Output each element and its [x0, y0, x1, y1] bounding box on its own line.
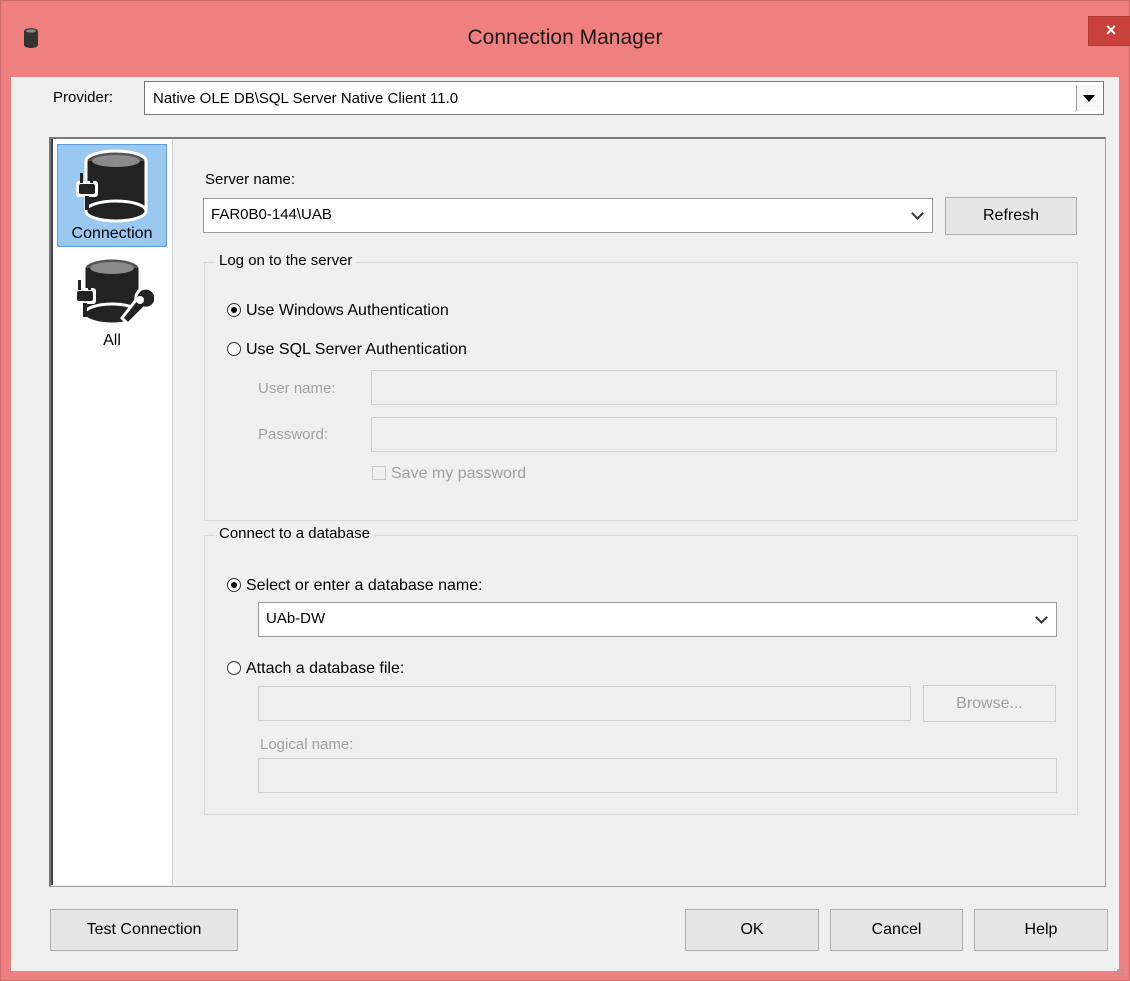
checkbox-icon[interactable]: [372, 466, 386, 480]
radio-selected-icon[interactable]: [227, 578, 241, 592]
database-name-combo[interactable]: UAb-DW: [258, 602, 1057, 637]
cancel-button[interactable]: Cancel: [830, 909, 963, 951]
provider-dropdown-button[interactable]: [1076, 85, 1101, 111]
database-file-input[interactable]: [258, 686, 911, 721]
title-bar[interactable]: Connection Manager ×: [1, 1, 1130, 77]
server-name-combo[interactable]: FAR0B0-144\UAB: [203, 198, 933, 233]
close-icon: ×: [1105, 20, 1117, 40]
provider-select[interactable]: Native OLE DB\SQL Server Native Client 1…: [144, 81, 1104, 115]
page-navigation: Connection All: [51, 139, 173, 885]
ok-button[interactable]: OK: [685, 909, 819, 951]
database-name-value: UAb-DW: [266, 610, 326, 627]
window-title: Connection Manager: [467, 26, 663, 49]
database-group-title: Connect to a database: [215, 525, 374, 542]
select-database-radio[interactable]: Select or enter a database name:: [227, 577, 483, 595]
nav-item-all[interactable]: All: [57, 252, 167, 352]
password-label: Password:: [258, 426, 329, 443]
user-name-label: User name:: [258, 380, 336, 397]
test-connection-button[interactable]: Test Connection: [50, 909, 238, 951]
resize-grip-icon[interactable]: [1112, 964, 1124, 976]
save-password-checkbox[interactable]: Save my password: [372, 465, 526, 483]
browse-button[interactable]: Browse...: [923, 685, 1056, 722]
chevron-down-icon[interactable]: [1035, 611, 1048, 624]
database-plug-wrench-icon: [74, 256, 154, 327]
refresh-button[interactable]: Refresh: [945, 197, 1077, 235]
close-button[interactable]: ×: [1088, 16, 1130, 46]
database-plug-icon: [76, 149, 148, 223]
logon-group-title: Log on to the server: [215, 252, 357, 269]
windows-auth-radio[interactable]: Use Windows Authentication: [227, 302, 449, 320]
server-name-value: FAR0B0-144\UAB: [211, 206, 332, 223]
radio-unselected-icon[interactable]: [227, 342, 241, 356]
attach-database-radio[interactable]: Attach a database file:: [227, 660, 404, 678]
radio-unselected-icon[interactable]: [227, 661, 241, 675]
radio-selected-icon[interactable]: [227, 303, 241, 317]
logical-name-label: Logical name:: [260, 736, 354, 753]
triangle-down-icon: [1083, 95, 1095, 102]
nav-item-connection[interactable]: Connection: [57, 144, 167, 247]
user-name-input[interactable]: [371, 370, 1057, 405]
password-input[interactable]: [371, 417, 1057, 452]
chevron-down-icon[interactable]: [911, 207, 924, 220]
nav-item-label: Connection: [71, 225, 153, 242]
sql-auth-radio[interactable]: Use SQL Server Authentication: [227, 341, 467, 359]
nav-item-label: All: [103, 332, 121, 349]
provider-value: Native OLE DB\SQL Server Native Client 1…: [153, 90, 459, 107]
help-button[interactable]: Help: [974, 909, 1108, 951]
server-name-label: Server name:: [205, 171, 296, 188]
provider-label: Provider:: [53, 89, 114, 106]
logical-name-input[interactable]: [258, 758, 1057, 793]
